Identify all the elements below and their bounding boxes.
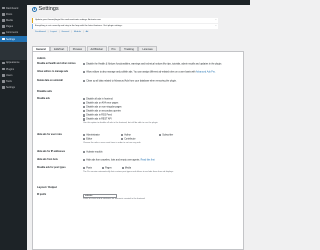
breadcrumb-link[interactable]: Layout <box>50 31 57 33</box>
checkbox[interactable] <box>83 118 86 121</box>
option-label: Contributor <box>124 138 136 141</box>
setting-row: Disable ad health and other notices Disa… <box>37 63 239 67</box>
close-icon[interactable]: × <box>215 25 216 28</box>
notice-text: Update your theme/plugin files and react… <box>35 18 102 21</box>
notice-banner: Everything is set correctly and stay in … <box>32 24 218 29</box>
checkbox[interactable] <box>83 98 86 101</box>
media-icon <box>2 19 5 22</box>
setting-row: Disable ads Disable all ads in frontend … <box>37 98 239 125</box>
ads-icon <box>2 37 5 41</box>
option-label: Media <box>124 167 132 170</box>
setting-description: Activate module. <box>86 151 104 154</box>
setting-label: Hide ads for user roles <box>37 134 62 136</box>
sidebar-item-settings[interactable]: Settings <box>0 85 27 91</box>
option-label: Disable ads on 404 error pages <box>86 102 119 105</box>
checkbox[interactable] <box>83 159 86 162</box>
setting-label: Hide ads for IP addresses <box>37 151 66 153</box>
setting-row: ID prefix advads- Prefix of class and id… <box>37 194 239 201</box>
main-content: Settings Update your theme/plugin files … <box>27 5 250 250</box>
checkbox[interactable] <box>83 110 86 113</box>
option-label: Disable ads on non-singular pages <box>86 106 122 109</box>
checkbox[interactable] <box>121 134 124 137</box>
section-heading: Admin <box>37 57 46 60</box>
admin-sidebar: Dashboard Posts Media Pages Comments Set… <box>0 5 27 250</box>
page-header: Settings <box>32 6 59 12</box>
setting-label: Delete data on uninstall <box>37 80 63 82</box>
option-label: Editor <box>86 138 93 141</box>
checkbox[interactable] <box>83 114 86 117</box>
read-first-link[interactable]: Read this first <box>141 160 155 162</box>
setting-row: Allow editors to manage ads Allow editor… <box>37 71 239 75</box>
wrench-icon <box>2 80 5 83</box>
checkbox[interactable] <box>83 71 86 74</box>
close-icon[interactable]: × <box>215 19 216 22</box>
section-heading: Disable ads <box>37 90 52 93</box>
option-label: Disable ads in REST API <box>86 119 112 122</box>
page-title: Settings <box>38 6 59 12</box>
setting-row: Delete data on uninstall Clean up all da… <box>37 80 239 84</box>
checkbox[interactable] <box>121 138 124 141</box>
pro-link[interactable]: Advanced Ads Pro. <box>196 72 216 74</box>
plugin-logo-icon <box>32 6 37 12</box>
comment-icon <box>2 31 5 35</box>
checkbox[interactable] <box>83 134 86 137</box>
checkbox[interactable] <box>83 63 86 66</box>
setting-row: Hide ads for IP addresses Activate modul… <box>37 151 239 155</box>
checkbox[interactable] <box>83 138 86 141</box>
setting-label: Disable ads for post types <box>37 167 66 169</box>
help-text: Prefix of class and id attributes for el… <box>83 197 146 200</box>
option-label: Disable all ads in frontend <box>86 98 113 101</box>
checkbox[interactable] <box>83 106 86 109</box>
breadcrumb-link[interactable]: General <box>61 31 69 33</box>
notice-banner: Update your theme/plugin files and react… <box>32 18 218 23</box>
breadcrumb-link[interactable]: Module <box>74 31 81 33</box>
option-label: Administrator <box>86 134 100 137</box>
checkbox[interactable] <box>101 167 105 170</box>
checkbox[interactable] <box>83 167 86 170</box>
section-heading: Layout / Output <box>37 186 57 189</box>
setting-description: Disable the Health & Notices functionali… <box>86 63 222 66</box>
setting-description: Allow editors to also manage and publish… <box>86 71 196 74</box>
setting-label: Hide ads from bots <box>37 159 58 161</box>
setting-row: Hide ads from bots Hide ads from crawler… <box>37 159 239 163</box>
setting-row: Disable ads for post types Posts Pages M… <box>37 167 239 173</box>
checkbox[interactable] <box>83 102 86 105</box>
checkbox[interactable] <box>83 151 86 154</box>
option-label: Disable ads on secondary queries <box>86 110 121 113</box>
option-label: Posts <box>86 167 92 170</box>
option-label: Disable ads in RSS Feed <box>86 115 112 118</box>
sidebar-submenu <box>0 42 27 60</box>
option-label: Pages <box>105 167 112 170</box>
option-label: Subscriber <box>162 134 174 137</box>
help-text: Use this option to disable all ads in th… <box>83 122 159 125</box>
breadcrumb-link[interactable]: Ad <box>86 31 89 33</box>
breadcrumb: Dashboard | Layout | General | Module | Ad <box>35 31 89 33</box>
setting-label: Disable ad health and other notices <box>37 63 76 65</box>
checkbox[interactable] <box>159 134 162 137</box>
setting-label: Allow editors to manage ads <box>37 71 69 73</box>
help-text: Choose the roles a user must have in ord… <box>83 142 141 145</box>
setting-label: Disable ads <box>37 98 50 100</box>
setting-row: Hide ads for user roles Administrator Ed… <box>37 134 239 145</box>
notice-text: Everything is set correctly and stay in … <box>35 24 123 27</box>
user-icon <box>2 74 5 77</box>
help-text: The Pro version automatically lists cust… <box>83 170 174 173</box>
option-label: Author <box>124 134 131 137</box>
setting-description: Clean up all data related to Advanced Ad… <box>86 80 177 83</box>
breadcrumb-link[interactable]: Dashboard <box>35 31 46 33</box>
pin-icon <box>2 12 5 16</box>
checkbox[interactable] <box>83 80 86 83</box>
setting-label: ID prefix <box>37 194 47 196</box>
plugin-icon <box>2 67 5 71</box>
settings-icon <box>2 86 5 90</box>
brush-icon <box>2 61 5 65</box>
submenu-item[interactable] <box>0 55 27 59</box>
settings-panel: Admin Disable ad health and other notice… <box>32 51 244 250</box>
setting-description: Hide ads from crawlers, bots and empty u… <box>86 159 140 162</box>
checkbox[interactable] <box>121 167 124 170</box>
page-icon <box>2 25 5 28</box>
dashboard-icon <box>2 6 5 10</box>
